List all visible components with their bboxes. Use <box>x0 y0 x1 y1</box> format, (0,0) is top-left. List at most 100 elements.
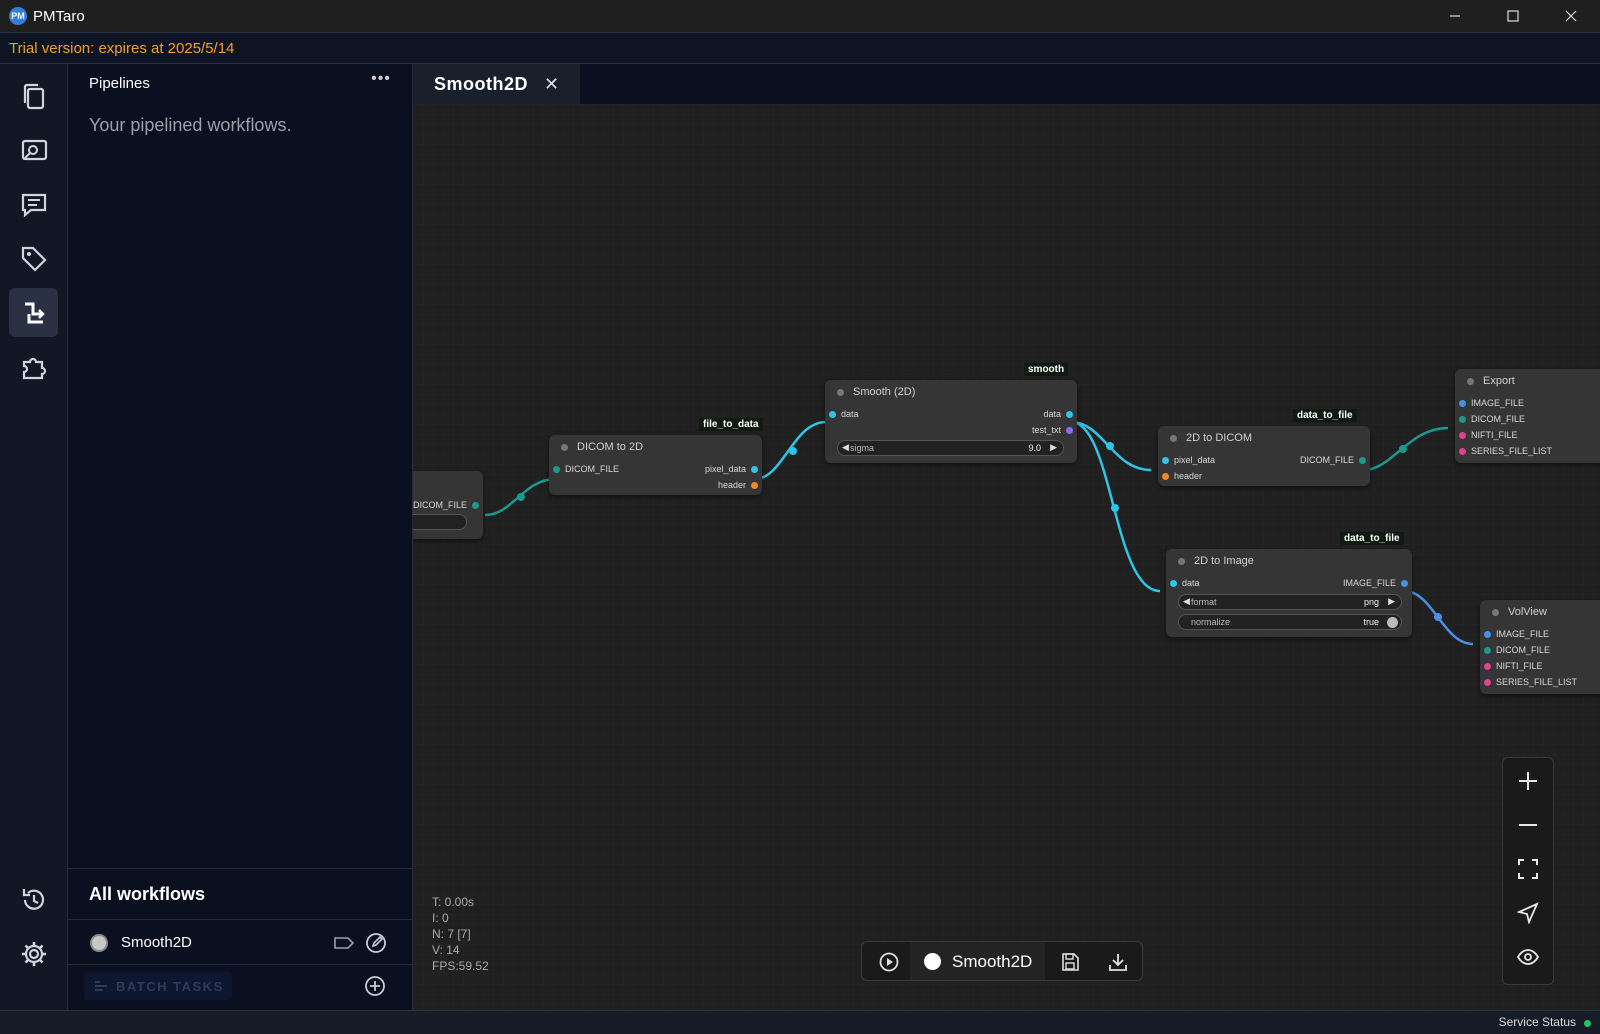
tab-close-button[interactable]: ✕ <box>544 74 559 95</box>
panel-divider <box>68 868 413 869</box>
activity-tags[interactable] <box>9 234 58 283</box>
activity-comments[interactable] <box>9 180 58 229</box>
increment-arrow-icon[interactable]: ▶ <box>1388 596 1395 607</box>
activity-plugins[interactable] <box>9 342 58 391</box>
maximize-button[interactable] <box>1484 0 1542 32</box>
edit-icon[interactable] <box>364 931 388 955</box>
locate-button[interactable] <box>1503 890 1553 935</box>
port-pixel-data-out: pixel_data <box>704 464 746 474</box>
decrement-arrow-icon[interactable]: ◀ <box>1183 596 1190 607</box>
workflow-row[interactable]: Smooth2D <box>68 919 413 965</box>
plugin-icon <box>22 357 46 379</box>
port-dot[interactable] <box>751 466 758 473</box>
play-icon[interactable] <box>878 951 900 973</box>
tab-bar: Smooth2D ✕ <box>413 64 1600 104</box>
source-widget[interactable] <box>413 514 467 530</box>
activity-history[interactable] <box>9 875 58 924</box>
stat-v: V: 14 <box>432 943 460 957</box>
tab-smooth2d[interactable]: Smooth2D ✕ <box>413 64 580 104</box>
stat-nodes: N: 7 [7] <box>432 927 471 941</box>
node-label-smooth: smooth <box>1024 363 1069 376</box>
normalize-toggle[interactable]: normalize true <box>1178 614 1402 630</box>
node-smooth-2d[interactable]: Smooth (2D) data data test_txt ◀ sigma 9… <box>825 380 1077 463</box>
node-2d-to-image[interactable]: 2D to Image data IMAGE_FILE ◀ format png… <box>1166 549 1412 637</box>
node-status-dot <box>1467 377 1474 385</box>
port-dot[interactable] <box>1170 580 1177 587</box>
port-dot[interactable] <box>1066 427 1073 434</box>
batch-tasks-button[interactable]: BATCH TASKS <box>84 972 232 1000</box>
port-data-in: data <box>841 409 859 419</box>
port-dot[interactable] <box>1484 647 1491 654</box>
sigma-widget[interactable]: ◀ sigma 9.0 ▶ <box>837 440 1064 456</box>
increment-arrow-icon[interactable]: ▶ <box>1050 442 1057 453</box>
panel-description: Your pipelined workflows. <box>89 115 292 135</box>
workflow-status-dot <box>90 934 108 952</box>
run-workflow-selector[interactable]: Smooth2D <box>910 942 1045 980</box>
node-dicom-to-2d[interactable]: DICOM to 2D DICOM_FILE pixel_data header <box>549 435 762 495</box>
port-dicom-file-out: DICOM_FILE <box>1299 455 1354 465</box>
node-2d-to-dicom[interactable]: 2D to DICOM pixel_data header DICOM_FILE <box>1158 426 1370 486</box>
port-series-file-list-in: SERIES_FILE_LIST <box>1496 677 1578 687</box>
zoom-controls <box>1502 757 1554 985</box>
trial-text: Trial version: expires at 2025/5/14 <box>9 40 235 57</box>
node-header: Export <box>1455 369 1600 393</box>
activity-pipelines[interactable] <box>9 288 58 337</box>
node-status-dot <box>1492 608 1499 616</box>
app-title: PMTaro <box>33 7 85 25</box>
port-dot[interactable] <box>1484 679 1491 686</box>
port-dot[interactable] <box>553 466 560 473</box>
port-dot[interactable] <box>1484 663 1491 670</box>
port-dot[interactable] <box>1162 473 1169 480</box>
port-dot[interactable] <box>1459 432 1466 439</box>
service-status-label[interactable]: Service Status <box>1499 1015 1576 1029</box>
node-status-dot <box>1178 557 1185 565</box>
all-workflows-heading: All workflows <box>89 884 206 904</box>
port-series-file-list-in: SERIES_FILE_LIST <box>1471 446 1553 456</box>
node-volview[interactable]: VolView IMAGE_FILE DICOM_FILE NIFTI_FILE… <box>1480 600 1600 694</box>
widget-label: format <box>1191 597 1217 607</box>
node-export[interactable]: Export IMAGE_FILE DICOM_FILE NIFTI_FILE … <box>1455 369 1600 463</box>
port-dot[interactable] <box>1401 580 1408 587</box>
port-dot[interactable] <box>1359 457 1366 464</box>
decrement-arrow-icon[interactable]: ◀ <box>842 442 849 453</box>
port-dot[interactable] <box>1459 416 1466 423</box>
port-dot[interactable] <box>829 411 836 418</box>
port-dot[interactable] <box>1459 448 1466 455</box>
eye-icon <box>1517 948 1539 965</box>
node-source[interactable]: DICOM_FILE <box>413 471 483 539</box>
port-dot[interactable] <box>1162 457 1169 464</box>
add-circle-icon[interactable] <box>364 975 386 997</box>
files-icon <box>23 83 44 109</box>
activity-viewer[interactable] <box>9 126 58 175</box>
port-image-file-in: IMAGE_FILE <box>1471 398 1525 408</box>
download-icon[interactable] <box>1107 951 1129 973</box>
panel-more-button[interactable]: ••• <box>368 70 394 94</box>
port-dicom-file-in: DICOM_FILE <box>1471 414 1526 424</box>
zoom-in-button[interactable] <box>1503 758 1553 803</box>
port-dot[interactable] <box>1459 400 1466 407</box>
visibility-button[interactable] <box>1503 934 1553 979</box>
widget-value: 9.0 <box>1028 443 1041 453</box>
port-test-txt-out: test_txt <box>1031 425 1061 435</box>
save-icon[interactable] <box>1059 951 1081 973</box>
node-header: DICOM to 2D <box>549 435 762 459</box>
node-title: Smooth (2D) <box>853 386 916 398</box>
graph-canvas[interactable]: DICOM_FILE file_to_data DICOM to 2D DICO… <box>413 104 1600 1010</box>
port-nifti-file-in: NIFTI_FILE <box>1496 661 1543 671</box>
zoom-out-button[interactable] <box>1503 802 1553 847</box>
close-window-button[interactable] <box>1542 0 1600 32</box>
node-status-dot <box>1170 434 1177 442</box>
activity-files[interactable] <box>9 72 58 121</box>
minimize-button[interactable] <box>1426 0 1484 32</box>
format-widget[interactable]: ◀ format png ▶ <box>1178 594 1402 610</box>
port-dot[interactable] <box>751 482 758 489</box>
label-icon[interactable] <box>333 933 355 953</box>
minimize-icon <box>1450 15 1460 17</box>
pipeline-icon <box>24 302 45 323</box>
node-header: 2D to Image <box>1166 549 1412 573</box>
port-dot[interactable] <box>472 502 479 509</box>
port-dot[interactable] <box>1066 411 1073 418</box>
fit-view-button[interactable] <box>1503 846 1553 891</box>
activity-settings[interactable] <box>9 929 58 978</box>
port-dot[interactable] <box>1484 631 1491 638</box>
